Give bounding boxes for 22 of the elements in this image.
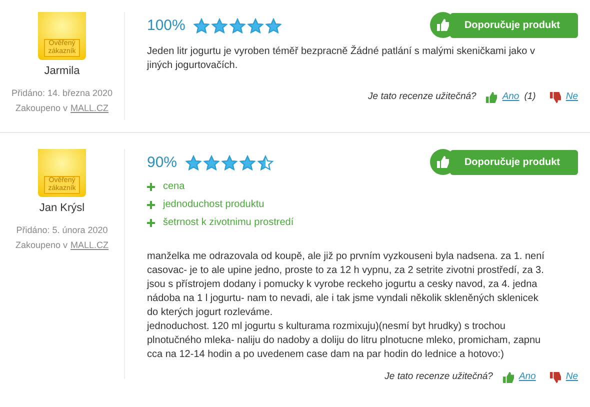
pro-item: cena xyxy=(163,180,185,194)
no-link[interactable]: Ne xyxy=(566,90,578,104)
author-name: Jarmila xyxy=(44,64,80,79)
yes-link[interactable]: Ano xyxy=(502,90,520,104)
rating-percent: 90% xyxy=(147,152,178,173)
yes-link[interactable]: Ano xyxy=(518,370,536,384)
shop-link[interactable]: MALL.CZ xyxy=(70,239,109,252)
rating-percent: 100% xyxy=(147,16,186,36)
yes-count: (1) xyxy=(524,90,536,104)
purchased-label: Zakoupeno v xyxy=(15,239,68,252)
date-added: Přidáno: 14. března 2020 xyxy=(11,86,113,100)
no-link[interactable]: Ne xyxy=(566,370,578,384)
author-name: Jan Krýsl xyxy=(39,201,85,216)
shop-link[interactable]: MALL.CZ xyxy=(70,102,109,116)
review-text: Jeden litr jogurtu je vyroben téměř bezpracně Žádné patlání s malými skeničkami jako v jiných jogurtovačích. xyxy=(147,45,536,73)
pro-item: šetrnost k zivotnimu prostredí xyxy=(163,216,294,230)
helpful-question: Je tato recenze užitečná? xyxy=(368,90,476,104)
purchased-label: Zakoupeno v xyxy=(15,102,68,115)
pro-item: jednoduchost produktu xyxy=(163,198,264,212)
helpful-question: Je tato recenze užitečná? xyxy=(384,370,493,384)
date-added: Přidáno: 5. února 2020 xyxy=(16,224,108,236)
review-text: manželka me odrazovala od koupě, ale již po prvním vyzkouseni byla nadsena. za 1. není casovac- je to ale upine jedno, proste to za 12 h vypnu, za 2 setrite zivotni prostředí, za 3. jsou s přístrojem dodany i pomucky k vyrobe reckeho jogurtu a cesky navod, za 4. jedna nádoba na 1 l jogurtu- nam to nevadi, ale i tak jsme vyndali několik skleněných sklenicek do kterých jogurt rozleváme. jednoduchost. 120 ml jogurtu s kulturama rozmixuju)(nesmí byt hrudky) s trochou plnotučného mleka- naliju do nadoby a doliju do litru plnotucne mleko, promicham, zapnu cca na 12-14 hodin a po uvedenem case dam na par hodin do lednice a hotovo:) xyxy=(147,250,546,362)
